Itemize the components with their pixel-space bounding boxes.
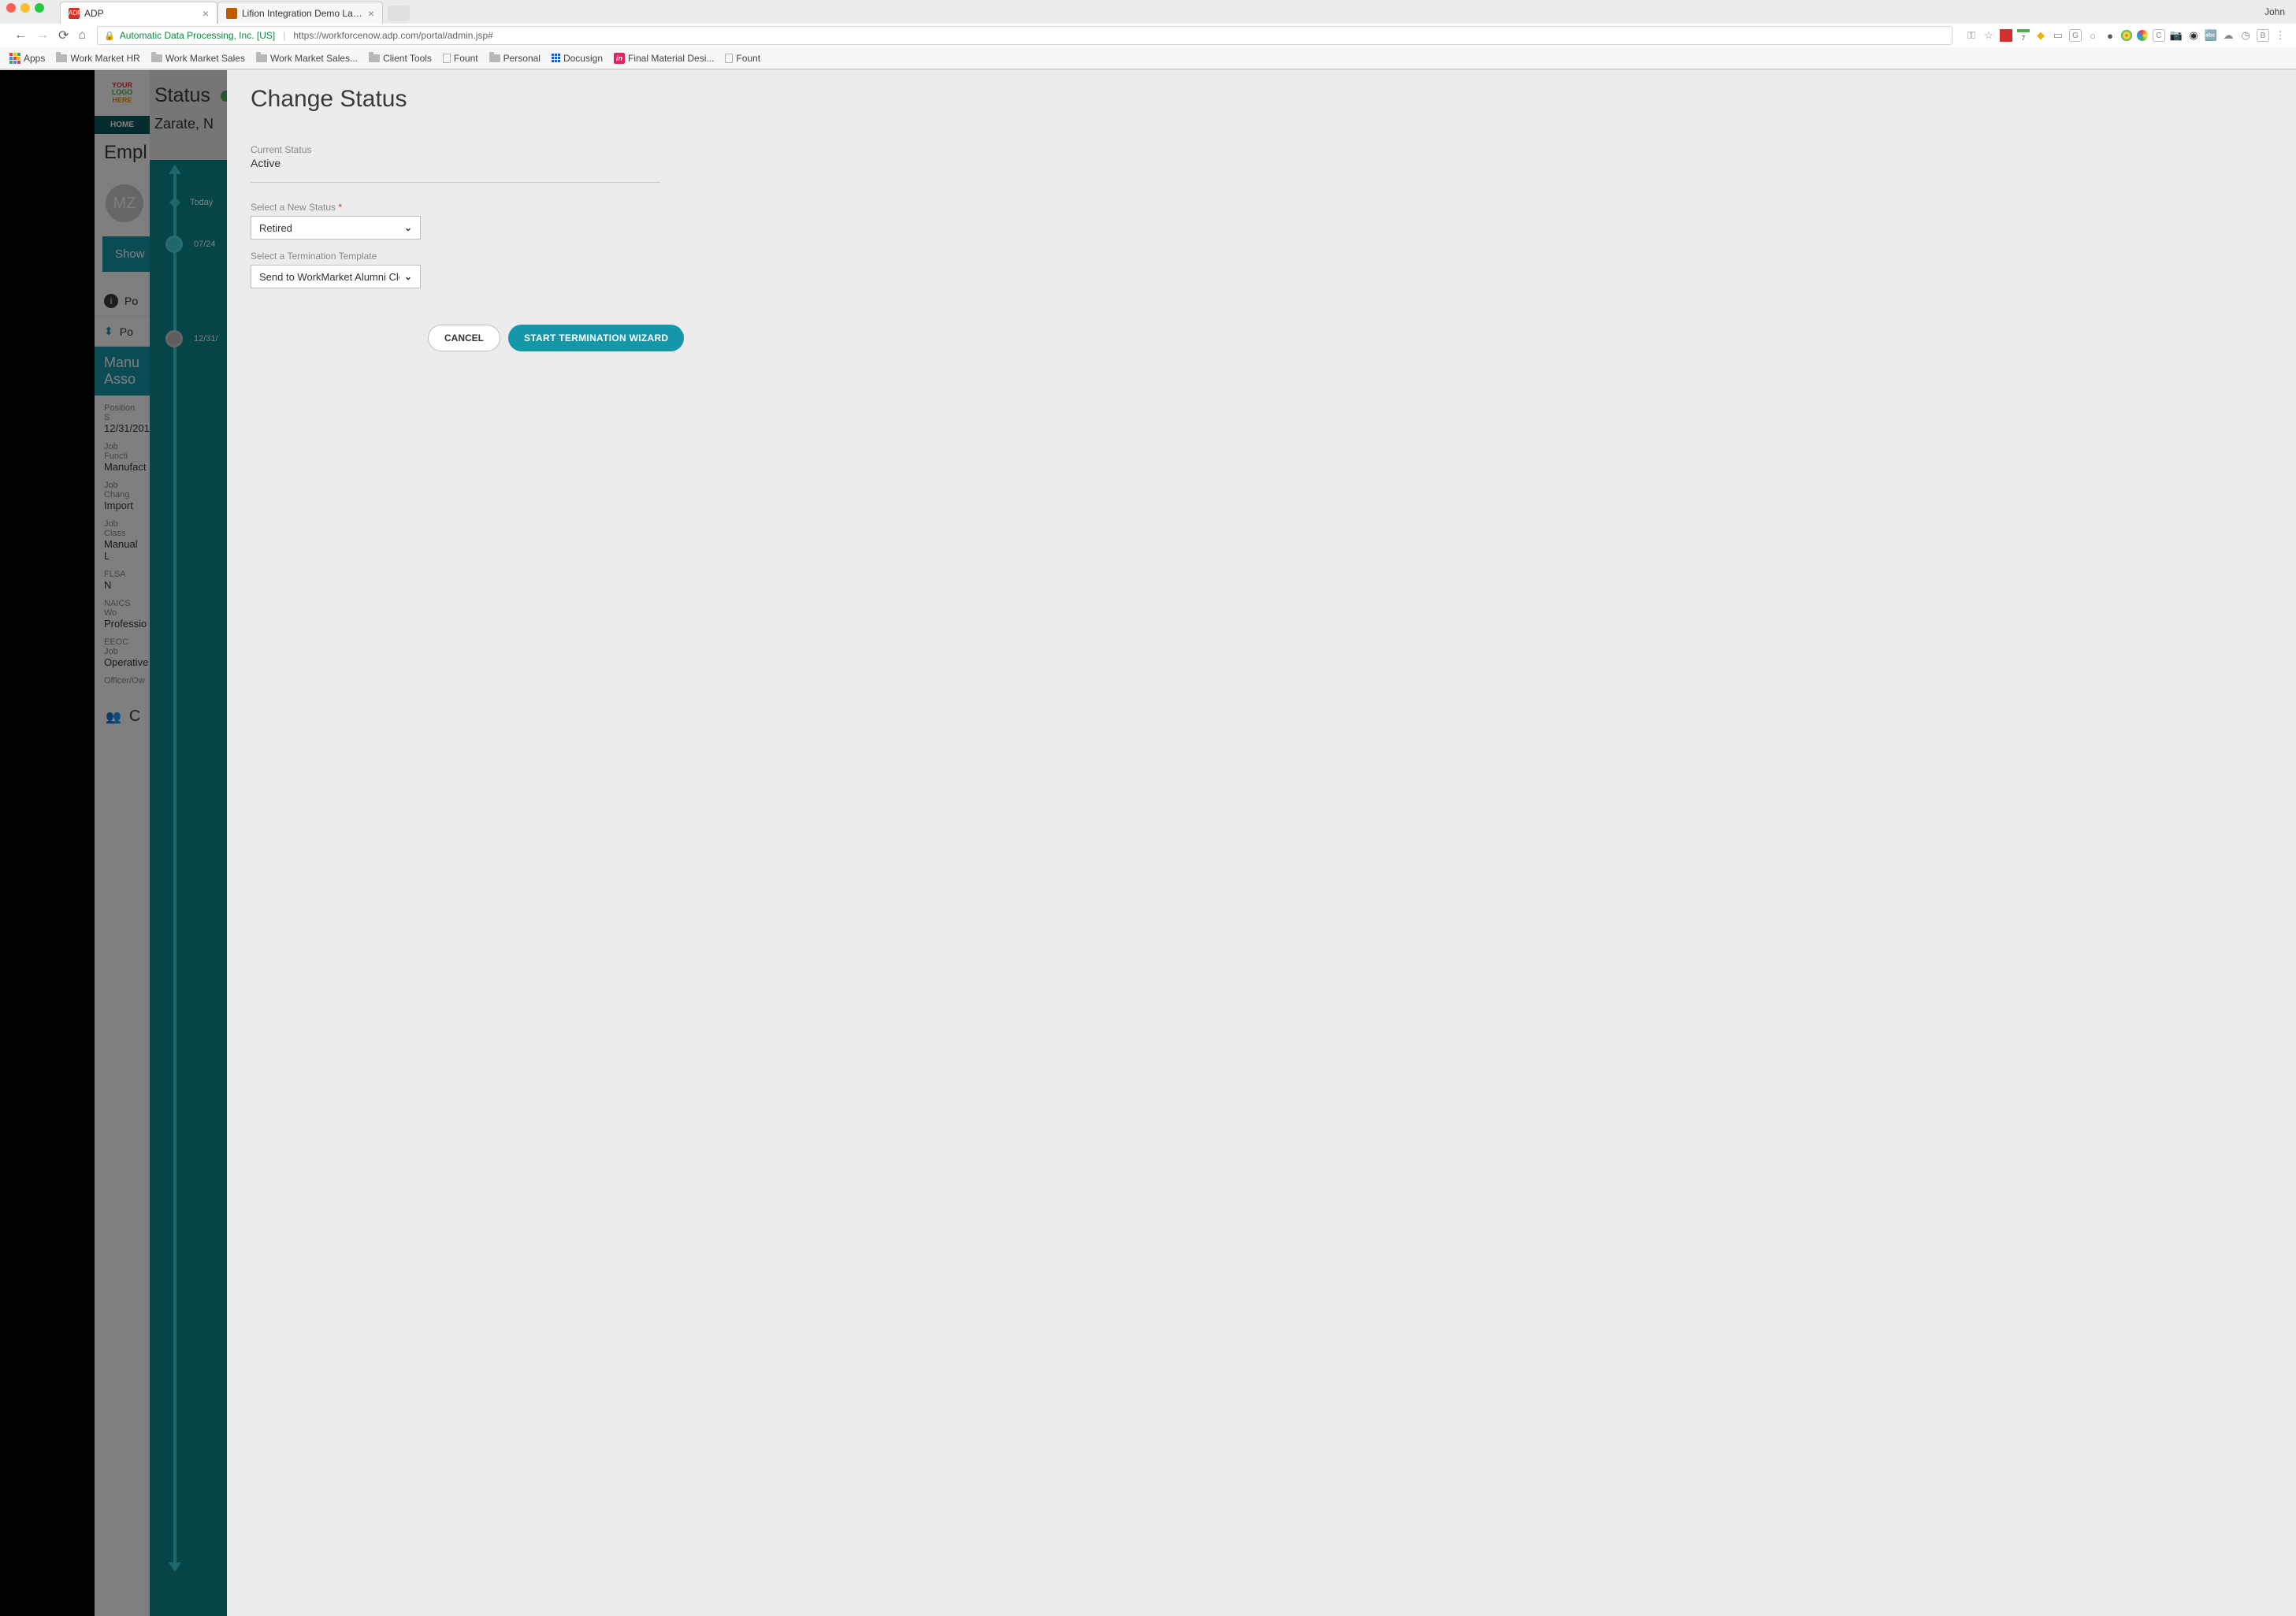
reload-button[interactable]: ⟳ xyxy=(54,28,73,43)
folder-icon xyxy=(256,54,267,62)
doc-icon xyxy=(443,54,451,63)
home-button[interactable]: ⌂ xyxy=(73,28,91,43)
url-text: https://workforcenow.adp.com/portal/admi… xyxy=(293,30,492,41)
folder-icon xyxy=(489,54,500,62)
tab-close-icon[interactable]: × xyxy=(368,7,374,20)
back-button[interactable]: ← xyxy=(9,28,32,43)
current-status-label: Current Status xyxy=(251,144,2272,155)
star-icon[interactable]: ☆ xyxy=(1982,29,1995,42)
button-row: CANCEL START TERMINATION WIZARD xyxy=(428,325,2272,351)
doc-icon xyxy=(725,54,733,63)
new-status-group: Select a New Status * Retired ⌄ xyxy=(251,202,2272,240)
required-indicator: * xyxy=(338,202,342,213)
extension-1-icon[interactable] xyxy=(2000,29,2012,42)
select-value: Send to WorkMarket Alumni Cloud xyxy=(259,271,399,283)
bookmark-label: Client Tools xyxy=(383,53,432,64)
extension-g-icon[interactable]: G xyxy=(2069,29,2082,42)
toolbar: ← → ⟳ ⌂ 🔒 Automatic Data Processing, Inc… xyxy=(0,24,2296,47)
bookmark-invision[interactable]: inFinal Material Desi... xyxy=(614,53,714,64)
extension-9-icon[interactable]: ◷ xyxy=(2239,29,2252,42)
lock-icon: 🔒 xyxy=(104,31,115,41)
extension-7-icon[interactable]: ◉ xyxy=(2187,29,2200,42)
new-status-select[interactable]: Retired ⌄ xyxy=(251,216,421,240)
url-separator: | xyxy=(283,30,285,41)
new-status-label: Select a New Status * xyxy=(251,202,2272,213)
start-termination-wizard-button[interactable]: START TERMINATION WIZARD xyxy=(508,325,684,351)
termination-template-select[interactable]: Send to WorkMarket Alumni Cloud ⌄ xyxy=(251,265,421,288)
new-tab-button[interactable] xyxy=(388,6,410,21)
divider xyxy=(251,182,660,183)
bookmark-label: Work Market Sales xyxy=(165,53,245,64)
change-status-modal: Change Status Current Status Active Sele… xyxy=(227,70,2296,1616)
bookmark-folder[interactable]: Work Market HR xyxy=(56,53,139,64)
bookmark-doc[interactable]: Fount xyxy=(725,53,760,64)
chevron-down-icon: ⌄ xyxy=(404,222,412,233)
extension-chrome-icon[interactable] xyxy=(2137,30,2148,41)
address-bar[interactable]: 🔒 Automatic Data Processing, Inc. [US] |… xyxy=(97,26,1952,45)
invision-icon: in xyxy=(614,53,625,64)
tab-title: ADP xyxy=(84,8,198,19)
bookmark-label: Final Material Desi... xyxy=(628,53,714,64)
extension-8-icon[interactable]: ☁ xyxy=(2222,29,2235,42)
profile-name[interactable]: John xyxy=(2264,6,2285,17)
select-value: Retired xyxy=(259,222,399,234)
bookmark-label: Docusign xyxy=(563,53,603,64)
bookmark-label: Fount xyxy=(736,53,760,64)
apps-label: Apps xyxy=(24,53,45,64)
termination-template-group: Select a Termination Template Send to Wo… xyxy=(251,251,2272,288)
favicon-lifion-icon xyxy=(226,8,237,19)
tab-lifion[interactable]: Lifion Integration Demo Labor × xyxy=(217,2,383,24)
folder-icon xyxy=(151,54,162,62)
apps-grid-icon xyxy=(9,53,20,64)
chrome-chrome: ADP ADP × Lifion Integration Demo Labor … xyxy=(0,0,2296,70)
bookmark-folder[interactable]: Client Tools xyxy=(369,53,432,64)
bookmark-label: Fount xyxy=(454,53,478,64)
extension-camera-icon[interactable]: 📷 xyxy=(2170,29,2183,42)
extension-b-icon[interactable]: B xyxy=(2257,29,2269,42)
bookmark-label: Work Market Sales... xyxy=(270,53,358,64)
folder-icon xyxy=(369,54,380,62)
bookmark-folder[interactable]: Personal xyxy=(489,53,541,64)
extension-3-icon[interactable]: ▭ xyxy=(2052,29,2064,42)
bookmark-doc[interactable]: Fount xyxy=(443,53,478,64)
extension-4-icon[interactable]: ○ xyxy=(2086,29,2099,42)
docusign-icon xyxy=(552,54,560,62)
extension-translate-icon[interactable]: 🔤 xyxy=(2205,29,2217,42)
key-icon[interactable]: ⚿ xyxy=(1965,29,1978,42)
folder-icon xyxy=(56,54,67,62)
chevron-down-icon: ⌄ xyxy=(404,271,412,282)
favicon-adp-icon: ADP xyxy=(69,8,80,19)
bookmark-docusign[interactable]: Docusign xyxy=(552,53,603,64)
cancel-button[interactable]: CANCEL xyxy=(428,325,500,351)
tab-close-icon[interactable]: × xyxy=(202,7,209,20)
bookmark-folder[interactable]: Work Market Sales... xyxy=(256,53,358,64)
extension-6-icon[interactable] xyxy=(2121,30,2132,41)
apps-button[interactable]: Apps xyxy=(9,53,45,64)
modal-title: Change Status xyxy=(251,86,2272,113)
tab-title: Lifion Integration Demo Labor xyxy=(242,8,363,19)
bookmark-folder[interactable]: Work Market Sales xyxy=(151,53,245,64)
bookmark-label: Personal xyxy=(503,53,541,64)
toolbar-right: ⚿ ☆ 7 ◆ ▭ G ○ ● C 📷 ◉ 🔤 ☁ ◷ B ⋮ xyxy=(1965,29,2287,42)
url-org: Automatic Data Processing, Inc. [US] xyxy=(120,30,275,41)
app-area: YOUR LOGO HERE HOME Empl MZ Show i Po ⬍ … xyxy=(0,70,2296,1616)
forward-button: → xyxy=(32,28,54,43)
extension-calendar-icon[interactable]: 7 xyxy=(2017,29,2030,42)
extension-c-icon[interactable]: C xyxy=(2153,29,2165,42)
bookmark-label: Work Market HR xyxy=(70,53,139,64)
bookmarks-bar: Apps Work Market HR Work Market Sales Wo… xyxy=(0,47,2296,69)
tab-adp[interactable]: ADP ADP × xyxy=(60,2,217,24)
extension-5-icon[interactable]: ● xyxy=(2104,29,2116,42)
termination-template-label: Select a Termination Template xyxy=(251,251,2272,262)
menu-icon[interactable]: ⋮ xyxy=(2274,29,2287,42)
tab-strip: ADP ADP × Lifion Integration Demo Labor … xyxy=(0,0,2296,24)
current-status-value: Active xyxy=(251,157,2272,169)
extension-2-icon[interactable]: ◆ xyxy=(2034,29,2047,42)
